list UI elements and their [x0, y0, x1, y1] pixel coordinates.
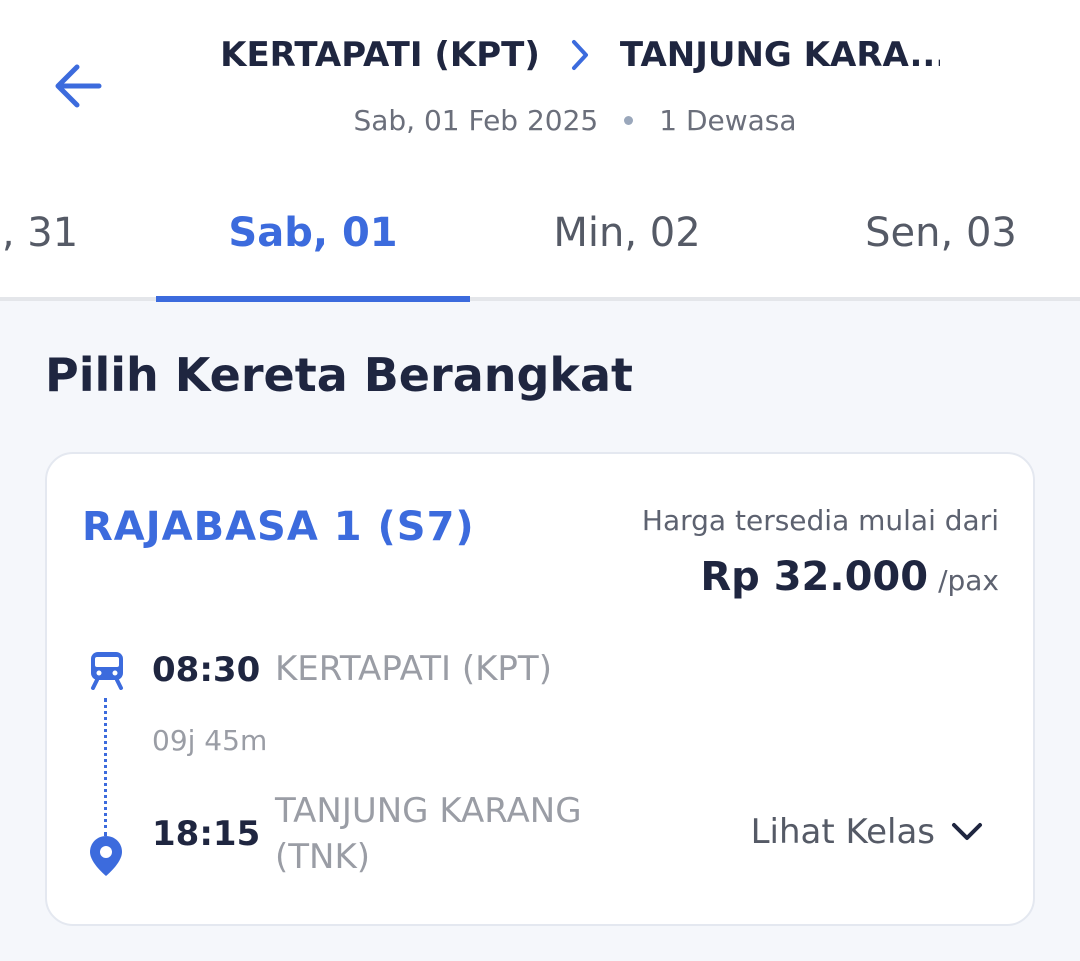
tab-date-31[interactable]: , 31 [0, 210, 90, 270]
route-line [104, 698, 108, 836]
separator-dot [624, 115, 634, 125]
price: Rp 32.000 /pax [700, 554, 999, 600]
arrow-left-icon [55, 64, 102, 108]
section-title: Pilih Kereta Berangkat [45, 348, 634, 402]
tab-date-03[interactable]: Sen, 03 [784, 210, 1080, 270]
view-class-button[interactable]: Lihat Kelas [751, 812, 983, 852]
back-button[interactable] [50, 58, 106, 114]
view-class-label: Lihat Kelas [750, 812, 935, 852]
trip-summary: Sab, 01 Feb 2025 1 Dewasa [150, 100, 1000, 140]
departure-time: 08:30 [152, 650, 261, 690]
arrival-time: 18:15 [152, 814, 261, 854]
tab-date-02[interactable]: Min, 02 [470, 210, 784, 270]
chevron-down-icon [952, 823, 982, 840]
train-name: RAJABASA 1 (S7) [82, 504, 475, 550]
departure-station: KERTAPATI (KPT) [275, 649, 552, 689]
train-icon [91, 652, 123, 690]
trip-date: Sab, 01 Feb 2025 [353, 103, 599, 137]
arrival-station-name: TANJUNG KARANG [275, 791, 582, 831]
location-pin-icon [90, 836, 122, 876]
arrival-station-code: (TNK) [275, 837, 371, 877]
date-tabs: , 31 Sab, 01 Min, 02 Sen, 03 [0, 190, 1080, 300]
route-title: KERTAPATI (KPT) TANJUNG KARA... [150, 30, 1010, 80]
destination-station: TANJUNG KARA... [619, 35, 940, 75]
chevron-right-icon [570, 38, 590, 72]
train-card[interactable]: RAJABASA 1 (S7) Harga tersedia mulai dar… [45, 452, 1035, 926]
top-bar: KERTAPATI (KPT) TANJUNG KARA... Sab, 01 … [0, 0, 1080, 302]
tab-date-01[interactable]: Sab, 01 [156, 210, 470, 270]
price-amount: Rp 32.000 [700, 554, 929, 600]
passenger-count: 1 Dewasa [659, 103, 797, 137]
trip-duration: 09j 45m [152, 724, 268, 757]
origin-station: KERTAPATI (KPT) [220, 35, 540, 75]
price-caption: Harga tersedia mulai dari [641, 504, 999, 537]
active-tab-indicator [156, 296, 470, 302]
price-unit: /pax [938, 564, 999, 597]
